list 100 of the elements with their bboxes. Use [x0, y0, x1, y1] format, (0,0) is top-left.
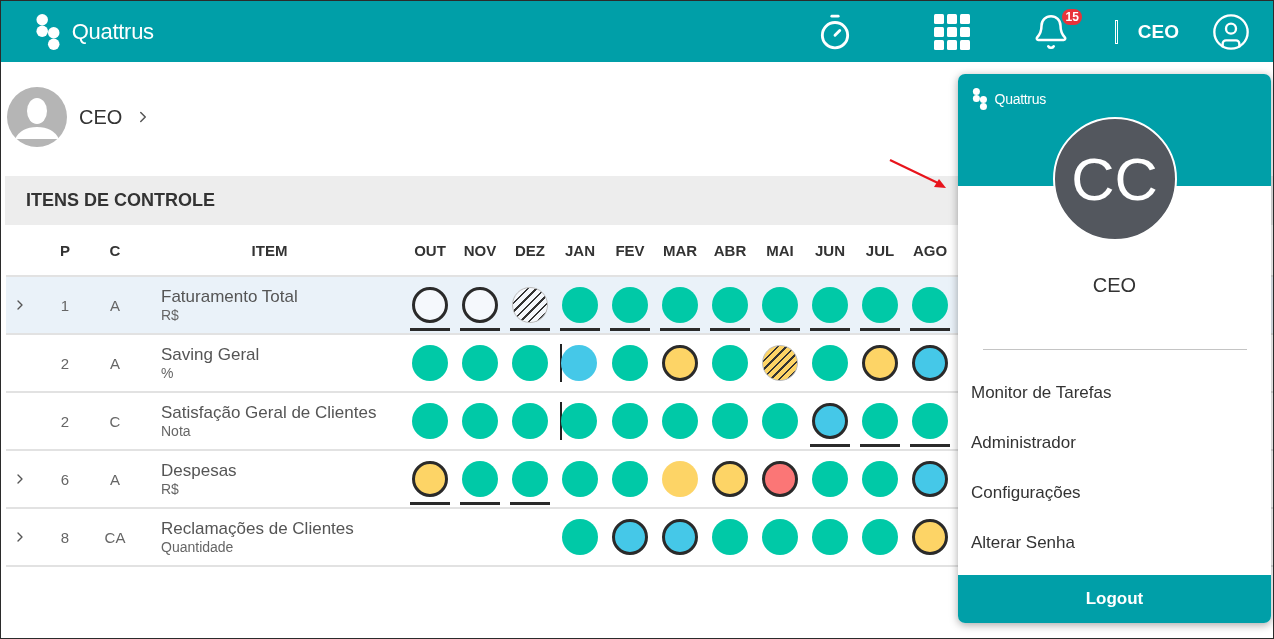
status-dot[interactable]: [662, 345, 698, 381]
status-dot[interactable]: [712, 461, 748, 497]
user-icon[interactable]: [1211, 11, 1251, 52]
avatar-initials: CC: [1071, 144, 1158, 214]
column-header: P: [59, 241, 71, 259]
table-cell-text: 8: [59, 528, 71, 546]
brand-name: Quattrus: [71, 18, 154, 45]
item-name: Satisfação Geral de Clientes: [161, 403, 378, 423]
status-dot[interactable]: [412, 345, 448, 381]
status-dot[interactable]: [912, 287, 948, 323]
brand-name: Quattrus: [994, 91, 1046, 107]
month-header: ABR: [712, 241, 748, 259]
status-dot[interactable]: [512, 345, 548, 381]
status-dot[interactable]: [912, 461, 948, 497]
status-dot[interactable]: [412, 403, 448, 439]
status-dot[interactable]: [412, 461, 448, 497]
status-dot[interactable]: [812, 519, 848, 555]
table-cell-text: 1: [59, 296, 71, 314]
status-dot[interactable]: [612, 461, 648, 497]
status-dot[interactable]: [662, 461, 698, 497]
status-dot[interactable]: [862, 345, 898, 381]
item-unit: R$: [161, 307, 180, 323]
status-dot[interactable]: [512, 403, 548, 439]
month-header: OUT: [413, 241, 447, 259]
status-dot[interactable]: [462, 287, 498, 323]
status-dot[interactable]: [812, 461, 848, 497]
status-dot[interactable]: [762, 403, 798, 439]
item-name: Saving Geral: [161, 345, 261, 365]
status-dot[interactable]: [812, 403, 848, 439]
user-name: CEO: [1091, 274, 1138, 297]
status-dot[interactable]: [612, 345, 648, 381]
status-dot[interactable]: [662, 403, 698, 439]
item-unit: R$: [161, 481, 180, 497]
status-dot[interactable]: [762, 519, 798, 555]
status-dot[interactable]: [862, 287, 898, 323]
status-dot[interactable]: [862, 519, 898, 555]
status-dot[interactable]: [912, 403, 948, 439]
item-unit: %: [161, 365, 175, 381]
month-header: NOV: [462, 241, 498, 259]
status-dot[interactable]: [462, 403, 498, 439]
annotation-arrow: [888, 157, 948, 191]
table-cell-text: A: [109, 470, 121, 488]
item-unit: Nota: [161, 423, 192, 439]
month-header: MAI: [765, 241, 795, 259]
table-cell-text: 6: [59, 470, 71, 488]
month-header: JUL: [864, 241, 896, 259]
status-dot[interactable]: [562, 287, 598, 323]
section-title: ITENS DE CONTROLE: [26, 190, 215, 211]
logo-icon: [972, 88, 990, 110]
status-dot[interactable]: [562, 519, 598, 555]
table-cell-text: C: [108, 412, 122, 430]
status-dot[interactable]: [612, 519, 648, 555]
user-role: CEO: [1137, 20, 1179, 43]
item-unit: Quantidade: [161, 539, 235, 555]
menu-item[interactable]: Alterar Senha: [958, 518, 1271, 568]
status-dot[interactable]: [812, 287, 848, 323]
month-header: JUN: [814, 241, 846, 259]
status-dot[interactable]: [712, 519, 748, 555]
month-header: AGO: [911, 241, 949, 259]
column-header: C: [108, 241, 122, 259]
item-name: Faturamento Total: [161, 287, 299, 307]
status-dot[interactable]: [862, 403, 898, 439]
status-dot[interactable]: [912, 345, 948, 381]
month-header: JAN: [564, 241, 596, 259]
column-header: ITEM: [250, 241, 289, 259]
month-header: MAR: [661, 241, 699, 259]
avatar-silhouette: [7, 87, 67, 147]
status-dot[interactable]: [912, 519, 948, 555]
table-cell-text: 2: [59, 412, 71, 430]
table-cell-text: CA: [103, 528, 127, 546]
status-dot[interactable]: [412, 287, 448, 323]
profile-name: CEO: [79, 105, 123, 129]
status-dot[interactable]: [762, 287, 798, 323]
status-dot[interactable]: [862, 461, 898, 497]
item-name: Despesas: [161, 461, 238, 481]
notification-badge: 15: [1062, 8, 1082, 25]
status-dot[interactable]: [612, 287, 648, 323]
status-dot[interactable]: [560, 403, 597, 439]
item-name: Reclamações de Clientes: [161, 519, 355, 539]
status-dot[interactable]: [462, 345, 498, 381]
table-cell-text: A: [109, 296, 121, 314]
status-dot[interactable]: [712, 287, 748, 323]
status-dot[interactable]: [812, 345, 848, 381]
status-dot[interactable]: [712, 403, 748, 439]
status-dot[interactable]: [762, 345, 798, 381]
status-dot[interactable]: [560, 345, 597, 381]
status-dot[interactable]: [512, 287, 548, 323]
status-dot[interactable]: [512, 461, 548, 497]
table-cell-text: A: [109, 354, 121, 372]
status-dot[interactable]: [712, 345, 748, 381]
apps-grid-icon[interactable]: [933, 13, 970, 50]
month-header: DEZ: [514, 241, 546, 259]
status-dot[interactable]: [462, 461, 498, 497]
status-dot[interactable]: [662, 287, 698, 323]
status-dot[interactable]: [562, 461, 598, 497]
status-dot[interactable]: [612, 403, 648, 439]
status-dot[interactable]: [762, 461, 798, 497]
table-cell-text: 2: [59, 354, 71, 372]
status-dot[interactable]: [662, 519, 698, 555]
month-header: FEV: [614, 241, 646, 259]
